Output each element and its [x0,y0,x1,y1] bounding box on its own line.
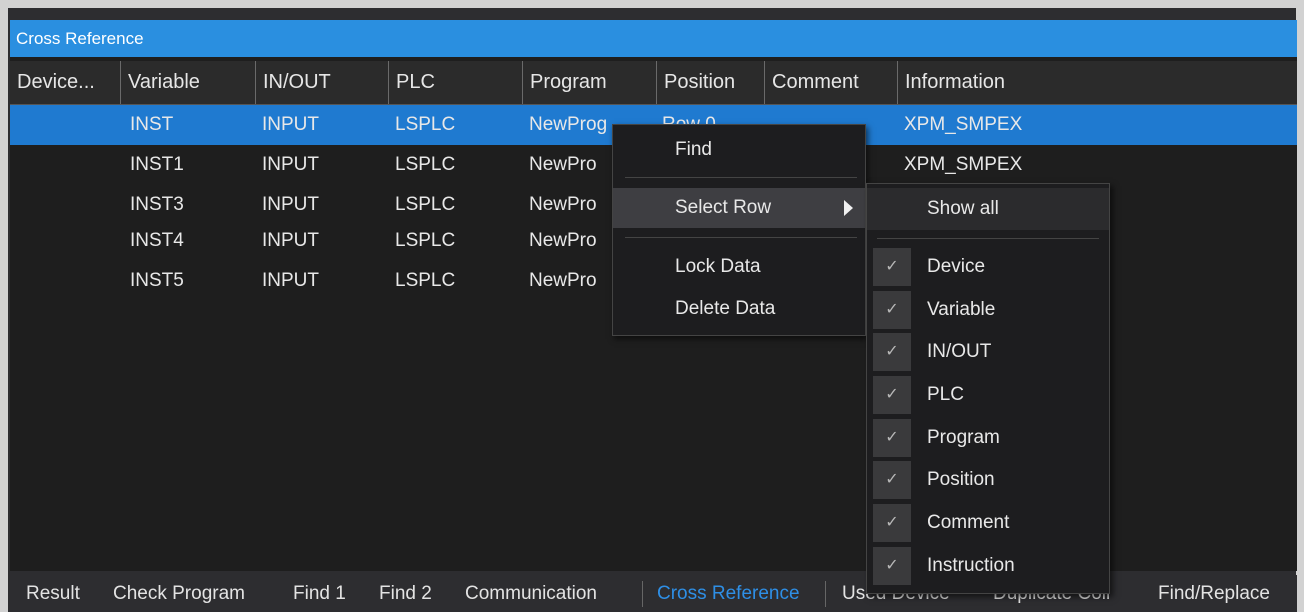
checkmark-icon: ✓ [873,376,911,414]
cell-inout: INPUT [262,194,319,215]
checkmark-icon: ✓ [873,547,911,585]
submenu-item-label: Show all [927,198,999,219]
cell-plc: LSPLC [395,194,456,215]
submenu-item-label: Device [927,256,986,277]
tab-divider [825,581,826,607]
cell-inout: INPUT [262,270,319,291]
cell-information: XPM_SMPEX [904,114,1023,135]
submenu-arrow-icon [844,200,853,216]
submenu-item-label: Program [927,427,1000,448]
submenu-item-label: Instruction [927,555,1015,576]
menu-item-delete-data[interactable]: Delete Data [613,289,865,329]
cell-variable: INST [130,114,174,135]
menu-item-select-row-label: Select Row [675,197,772,218]
tab-cross-reference[interactable]: Cross Reference [657,575,800,612]
checkmark-icon: ✓ [873,504,911,542]
submenu-item-comment[interactable]: ✓ Comment [867,502,1109,544]
submenu-item-label: Comment [927,512,1010,533]
column-header-plc[interactable]: PLC [389,61,523,104]
checkmark-icon: ✓ [873,248,911,286]
menu-item-select-row[interactable]: Select Row [613,188,865,228]
menu-item-lock-data[interactable]: Lock Data [613,247,865,287]
submenu-item-device[interactable]: ✓ Device [867,246,1109,288]
cell-plc: LSPLC [395,270,456,291]
cell-variable: INST1 [130,154,184,175]
submenu-item-label: PLC [927,384,964,405]
tab-divider [642,581,643,607]
cell-variable: INST3 [130,194,184,215]
panel-title: Cross Reference [10,20,1297,57]
cell-program: NewPro [529,230,597,251]
submenu-item-inout[interactable]: ✓ IN/OUT [867,331,1109,373]
tab-communication[interactable]: Communication [465,575,597,612]
cell-program: NewPro [529,194,597,215]
tab-find-replace[interactable]: Find/Replace [1158,575,1270,612]
submenu-item-variable[interactable]: ✓ Variable [867,289,1109,331]
checkmark-icon: ✓ [873,461,911,499]
column-header-position[interactable]: Position [657,61,765,104]
grid-header: Device... Variable IN/OUT PLC Program Po… [10,61,1297,105]
cell-plc: LSPLC [395,114,456,135]
submenu-item-label: IN/OUT [927,341,992,362]
checkmark-icon: ✓ [873,419,911,457]
cell-inout: INPUT [262,154,319,175]
column-header-variable[interactable]: Variable [121,61,256,104]
submenu-item-label: Position [927,469,995,490]
select-row-submenu: Show all ✓ Device ✓ Variable ✓ IN/OUT ✓ … [866,183,1110,594]
submenu-item-show-all[interactable]: Show all [867,188,1109,230]
cell-information: XPM_SMPEX [904,154,1023,175]
column-header-comment[interactable]: Comment [765,61,898,104]
cell-plc: LSPLC [395,154,456,175]
submenu-item-label: Variable [927,299,996,320]
cell-variable: INST5 [130,270,184,291]
tab-find-1[interactable]: Find 1 [293,575,346,612]
context-menu: Find Select Row Lock Data Delete Data [612,124,866,336]
submenu-item-program[interactable]: ✓ Program [867,417,1109,459]
cell-plc: LSPLC [395,230,456,251]
cell-inout: INPUT [262,230,319,251]
cell-program: NewProg [529,114,608,135]
column-header-program[interactable]: Program [523,61,657,104]
submenu-item-position[interactable]: ✓ Position [867,459,1109,501]
cell-program: NewPro [529,270,597,291]
cell-program: NewPro [529,154,597,175]
tab-check-program[interactable]: Check Program [113,575,245,612]
checkmark-icon: ✓ [873,333,911,371]
menu-item-find[interactable]: Find [613,130,865,170]
column-header-inout[interactable]: IN/OUT [256,61,389,104]
column-header-device[interactable]: Device... [10,61,121,104]
submenu-item-instruction[interactable]: ✓ Instruction [867,545,1109,587]
menu-separator [877,238,1099,239]
submenu-item-plc[interactable]: ✓ PLC [867,374,1109,416]
tab-result[interactable]: Result [26,575,80,612]
tab-find-2[interactable]: Find 2 [379,575,432,612]
checkmark-icon: ✓ [873,291,911,329]
column-header-information[interactable]: Information [898,61,1297,104]
cell-variable: INST4 [130,230,184,251]
menu-separator [625,237,857,238]
menu-separator [625,177,857,178]
cell-inout: INPUT [262,114,319,135]
